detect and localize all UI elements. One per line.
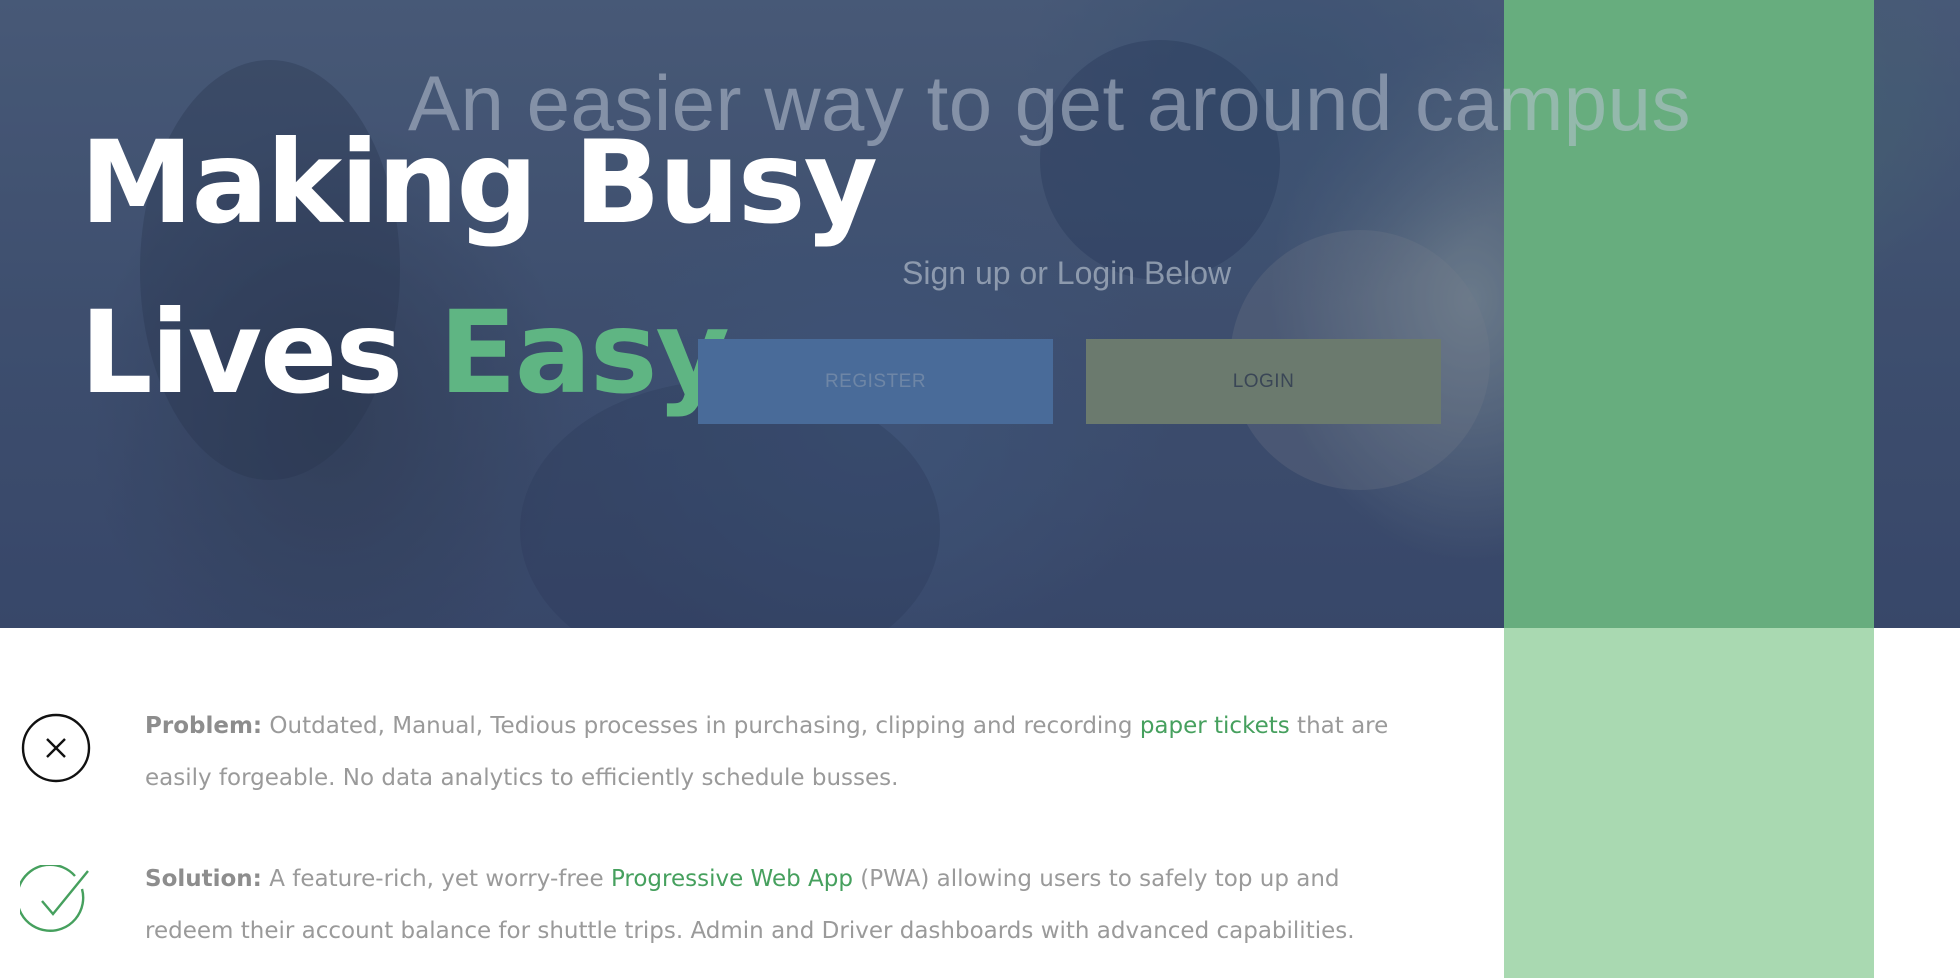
solution-highlight: Progressive Web App — [610, 866, 853, 892]
register-button[interactable]: REGISTER — [698, 339, 1053, 424]
close-icon — [20, 712, 92, 784]
solution-statement: Solution: A feature-rich, yet worry-free… — [145, 853, 1390, 957]
auth-subheading: Sign up or Login Below — [902, 255, 1232, 291]
headline-line-1: Making Busy — [80, 116, 878, 249]
problem-text-before: Outdated, Manual, Tedious processes in p… — [262, 713, 1140, 739]
solution-text-before: A feature-rich, yet worry-free — [261, 866, 611, 892]
headline-accent-word: Easy — [438, 286, 720, 419]
problem-statement: Problem: Outdated, Manual, Tedious proce… — [145, 700, 1390, 804]
checkmark-icon — [15, 863, 92, 937]
solution-lead: Solution: — [145, 866, 262, 892]
headline-line-2-prefix: Lives — [80, 286, 439, 419]
problem-highlight: paper tickets — [1139, 713, 1290, 739]
problem-lead: Problem: — [145, 713, 263, 739]
login-button[interactable]: LOGIN — [1086, 339, 1441, 424]
